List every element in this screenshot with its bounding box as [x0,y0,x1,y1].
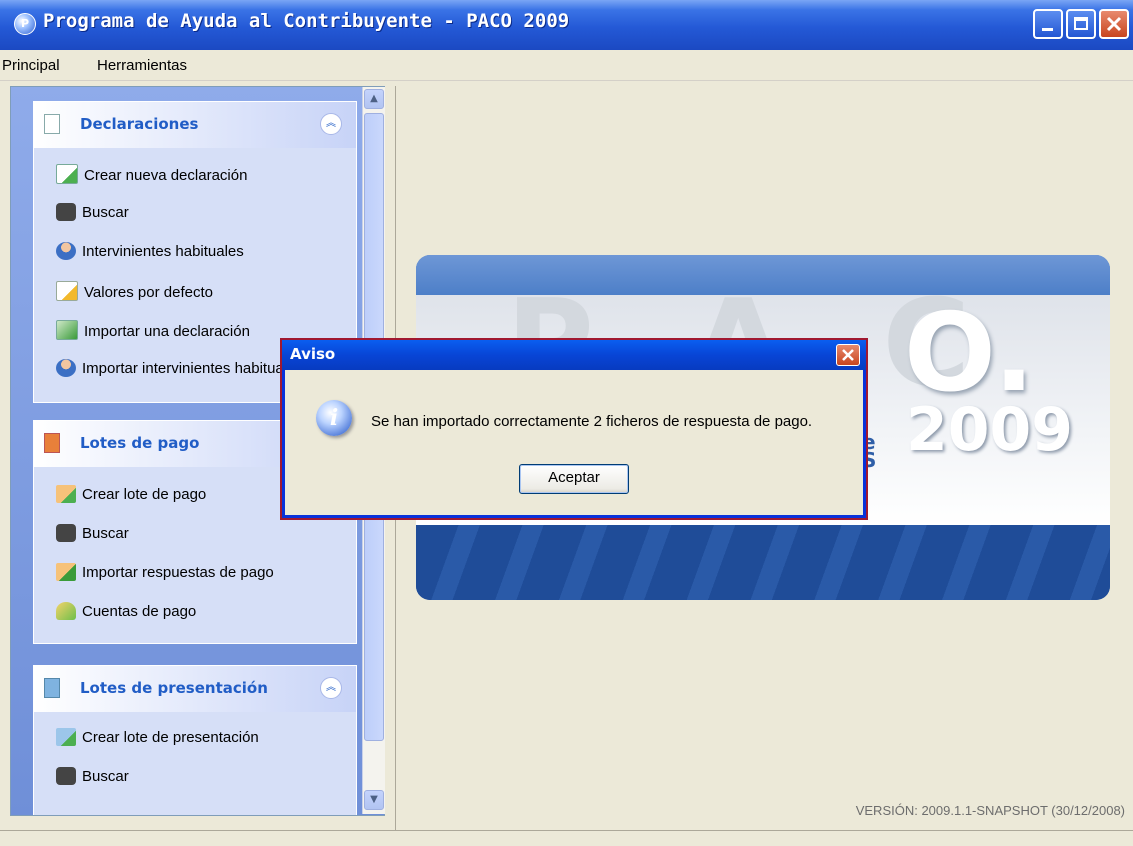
panel-header-declaraciones[interactable]: Declaraciones ︽ [34,102,356,148]
task-crear-nueva-declaracion[interactable]: Crear nueva declaración [56,164,247,184]
panel-header-lotes-de-presentacion[interactable]: Lotes de presentación ︽ [34,666,356,712]
version-label: VERSIÓN: 2009.1.1-SNAPSHOT (30/12/2008) [855,803,1125,818]
panel-lotes-de-presentacion: Lotes de presentación ︽ Crear lote de pr… [33,665,357,815]
user-import-icon [56,359,76,377]
task-crear-lote-de-presentacion[interactable]: Crear lote de presentación [56,728,259,746]
banner-bottom-stripes [416,525,1110,600]
task-buscar-declaracion[interactable]: Buscar [56,203,129,221]
maximize-icon [1074,17,1088,30]
scroll-down-button[interactable]: ▼ [364,790,384,810]
app-icon[interactable]: P [14,13,36,35]
aceptar-button[interactable]: Aceptar [519,464,629,494]
new-batch-icon [56,728,76,746]
minimize-icon [1042,28,1053,31]
close-icon [842,349,854,361]
task-crear-lote-de-pago[interactable]: Crear lote de pago [56,485,206,503]
dialog-message: Se han importado correctamente 2 fichero… [371,413,813,430]
binoculars-icon [56,767,76,785]
aviso-dialog: Aviso i Se han importado correctamente 2… [280,338,868,520]
payment-folder-icon [44,433,60,453]
task-importar-declaracion[interactable]: Importar una declaración [56,320,250,340]
status-bar [0,830,1133,846]
import-batch-icon [56,563,76,581]
panel-title: Lotes de presentación [80,679,268,697]
window-titlebar[interactable]: P Programa de Ayuda al Contribuyente - P… [0,0,1133,50]
maximize-button[interactable] [1066,9,1096,39]
new-batch-icon [56,485,76,503]
close-icon [1106,16,1122,32]
import-icon [56,320,78,340]
binoculars-icon [56,524,76,542]
task-buscar-lote-presentacion[interactable]: Buscar [56,767,129,785]
task-cuentas-de-pago[interactable]: Cuentas de pago [56,602,196,620]
panel-title: Lotes de pago [80,434,200,452]
accounts-icon [56,602,76,620]
menu-bar: Principal Herramientas [0,50,1133,81]
panel-title: Declaraciones [80,115,199,133]
scroll-up-button[interactable]: ▲ [364,89,384,109]
dialog-title: Aviso [290,345,336,363]
task-importar-intervinientes[interactable]: Importar intervinientes habituales [56,359,303,377]
close-button[interactable] [1099,9,1129,39]
user-icon [56,242,76,260]
minimize-button[interactable] [1033,9,1063,39]
dialog-titlebar[interactable]: Aviso [282,340,866,370]
task-intervinientes-habituales[interactable]: Intervinientes habituales [56,242,244,260]
info-icon: i [316,400,352,436]
collapse-icon[interactable]: ︽ [320,677,342,699]
document-icon [44,114,60,134]
menu-principal[interactable]: Principal [2,57,60,74]
document-settings-icon [56,281,78,301]
dialog-close-button[interactable] [836,344,860,366]
banner-year: 2009 [906,395,1073,465]
task-buscar-lote-pago[interactable]: Buscar [56,524,129,542]
collapse-icon[interactable]: ︽ [320,113,342,135]
binoculars-icon [56,203,76,221]
task-valores-por-defecto[interactable]: Valores por defecto [56,281,213,301]
task-importar-respuestas-de-pago[interactable]: Importar respuestas de pago [56,563,274,581]
menu-herramientas[interactable]: Herramientas [97,57,187,74]
presentation-folder-icon [44,678,60,698]
new-document-icon [56,164,78,184]
window-title: Programa de Ayuda al Contribuyente - PAC… [43,10,570,32]
